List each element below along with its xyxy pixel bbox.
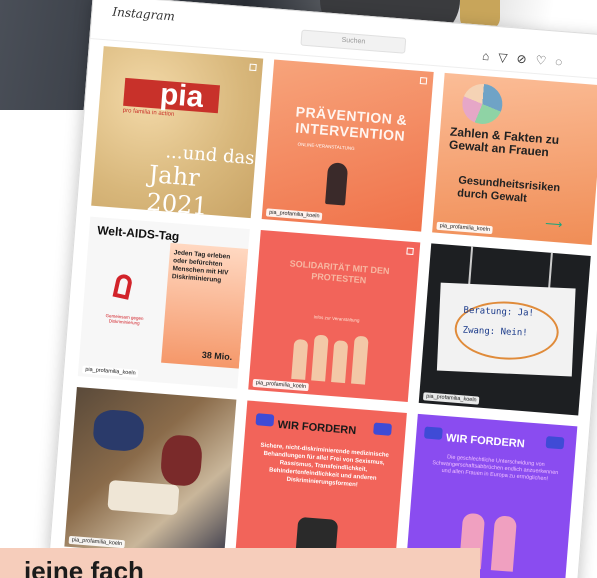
photo-shape [107, 479, 180, 516]
instagram-logo[interactable]: Instagram [112, 5, 175, 24]
heart-icon[interactable]: ♡ [535, 53, 547, 68]
post-title: WIR FORDERN [445, 432, 526, 451]
post-tile[interactable]: WIR FORDERN Sichere, nicht-diskriminiere… [234, 400, 407, 573]
post-stat: 38 Mio. [201, 349, 233, 363]
instagram-profile-frame: Instagram Suchen ⌂ ▽ ⊘ ♡ ◌ pia pro famil… [48, 0, 597, 578]
multi-post-icon [406, 247, 414, 256]
post-body: Die geschlechtliche Unterscheidung von S… [432, 454, 559, 483]
multi-post-icon [419, 77, 428, 85]
post-subtitle: ONLINE-VERANSTALTUNG [297, 141, 355, 152]
arrow-icon: ⟶ [544, 216, 563, 232]
multi-post-icon [249, 63, 257, 72]
explore-icon[interactable]: ⊘ [516, 52, 527, 67]
post-subtitle: Infos zur Veranstaltung [313, 314, 360, 323]
post-title: PRÄVENTION & INTERVENTION [294, 103, 408, 144]
search-input[interactable]: Suchen [300, 29, 407, 54]
people-illustration [275, 330, 383, 386]
megaphone-icon [423, 426, 443, 440]
paper-sign: Beratung: Ja! Zwang: Nein! [436, 282, 576, 377]
post-caption: Jahr 2021 [145, 160, 209, 219]
search-placeholder: Suchen [341, 36, 366, 46]
post-title: Welt-AIDS-Tag [96, 223, 180, 244]
megaphone-icon [545, 436, 565, 450]
post-body: Sichere, nicht-diskriminierende medizini… [260, 442, 390, 489]
post-tile[interactable]: Beratung: Ja! Zwang: Nein! pia_profamili… [418, 243, 591, 416]
post-body: Jeden Tag erleben oder befürchten Mensch… [171, 249, 231, 285]
megaphone-icon [255, 413, 275, 427]
post-account-tag: pia_profamilia_koeln [436, 221, 494, 235]
direct-icon[interactable]: ▽ [498, 50, 508, 65]
caption-text: ieine fach [24, 556, 144, 578]
post-tile[interactable]: pia pro familia in action ...und das Jah… [91, 46, 264, 219]
post-tile[interactable]: Zahlen & Fakten zu Gewalt an Frauen Gesu… [432, 72, 597, 245]
pie-chart-icon [460, 82, 504, 126]
post-account-tag: pia_profamilia_koeln [68, 535, 126, 549]
post-subtitle: Gesundheitsrisiken durch Gewalt [456, 174, 561, 205]
megaphone-icon [373, 422, 392, 436]
post-grid: pia pro familia in action ...und das Jah… [64, 46, 597, 578]
post-subtitle: Gemeinsam gegen Diskriminierung [105, 313, 144, 326]
string-line [468, 246, 474, 287]
post-tile[interactable]: Welt-AIDS-Tag Gemeinsam gegen Diskrimini… [77, 216, 250, 389]
nav-icons: ⌂ ▽ ⊘ ♡ ◌ [482, 49, 563, 70]
post-tile[interactable]: SOLIDARITÄT MIT DEN PROTESTEN Infos zur … [248, 229, 421, 403]
post-tile[interactable]: PRÄVENTION & INTERVENTION ONLINE-VERANST… [261, 59, 434, 232]
post-title: Zahlen & Fakten zu Gewalt an Frauen [448, 124, 560, 160]
post-account-tag: pia_profamilia_koeln [81, 365, 139, 378]
photo-shape [92, 408, 146, 453]
red-ribbon-icon [112, 272, 134, 300]
person-illustration [325, 162, 349, 206]
caption-strip: ieine fach [0, 548, 480, 578]
profile-icon[interactable]: ◌ [555, 55, 563, 70]
post-tile[interactable]: pia_profamilia_koeln [64, 387, 237, 560]
brand-name: pia [158, 77, 205, 115]
post-account-tag: pia_profamilia_koeln [422, 392, 480, 405]
home-icon[interactable]: ⌂ [482, 49, 490, 64]
post-title: WIR FORDERN [277, 418, 357, 438]
text-panel: Jeden Tag erleben oder befürchten Mensch… [161, 242, 249, 369]
post-account-tag: pia_profamilia_koeln [252, 378, 310, 392]
post-title: SOLIDARITÄT MIT DEN PROTESTEN [289, 258, 390, 286]
photo-shape [159, 433, 204, 487]
post-account-tag: pia_profamilia_koeln [265, 208, 323, 221]
